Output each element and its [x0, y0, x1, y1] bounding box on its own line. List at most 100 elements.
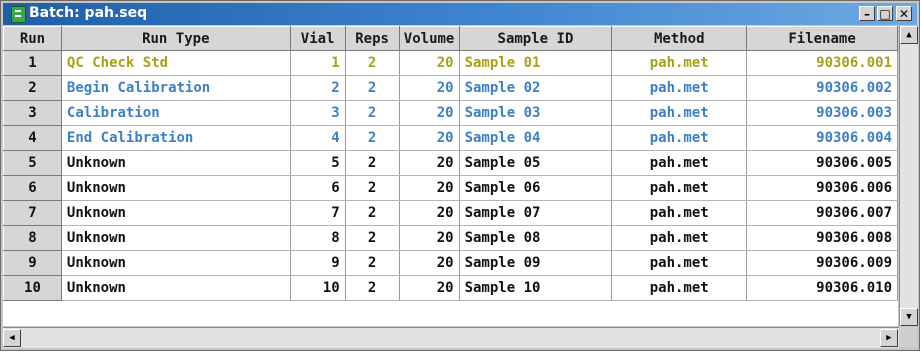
cell-run-type[interactable]: Unknown: [61, 150, 291, 176]
cell-reps[interactable]: 2: [345, 225, 400, 251]
cell-volume[interactable]: 20: [399, 125, 460, 151]
cell-vial[interactable]: 4: [290, 125, 346, 151]
table-row[interactable]: 6 Unknown 6 2 20 Sample 06 pah.met 90306.006: [3, 175, 898, 201]
row-number-cell[interactable]: 3: [3, 100, 62, 126]
cell-vial[interactable]: 2: [290, 75, 346, 101]
minimize-button[interactable]: –: [859, 6, 875, 21]
cell-reps[interactable]: 2: [345, 100, 400, 126]
row-number-cell[interactable]: 5: [3, 150, 62, 176]
scroll-up-button[interactable]: ▲: [900, 26, 918, 44]
cell-volume[interactable]: 20: [399, 75, 460, 101]
column-header-method[interactable]: Method: [611, 26, 748, 51]
cell-method[interactable]: pah.met: [611, 200, 748, 226]
cell-sample-id[interactable]: Sample 09: [459, 250, 613, 276]
cell-vial[interactable]: 8: [290, 225, 346, 251]
cell-filename[interactable]: 90306.004: [746, 125, 898, 151]
cell-vial[interactable]: 1: [290, 50, 346, 76]
cell-reps[interactable]: 2: [345, 200, 400, 226]
cell-volume[interactable]: 20: [399, 225, 460, 251]
cell-sample-id[interactable]: Sample 01: [459, 50, 613, 76]
vertical-scrollbar[interactable]: ▲ ▼: [899, 26, 918, 326]
row-number-cell[interactable]: 4: [3, 125, 62, 151]
cell-vial[interactable]: 9: [290, 250, 346, 276]
scroll-down-button[interactable]: ▼: [900, 308, 918, 326]
cell-sample-id[interactable]: Sample 07: [459, 200, 613, 226]
cell-volume[interactable]: 20: [399, 275, 460, 301]
cell-method[interactable]: pah.met: [611, 100, 748, 126]
cell-method[interactable]: pah.met: [611, 175, 748, 201]
cell-vial[interactable]: 7: [290, 200, 346, 226]
cell-run-type[interactable]: Unknown: [61, 225, 291, 251]
horizontal-scrollbar[interactable]: ◀ ▶: [3, 327, 899, 348]
table-row[interactable]: 5 Unknown 5 2 20 Sample 05 pah.met 90306.005: [3, 150, 898, 176]
cell-method[interactable]: pah.met: [611, 150, 748, 176]
cell-run-type[interactable]: Unknown: [61, 250, 291, 276]
cell-method[interactable]: pah.met: [611, 275, 748, 301]
column-header-volume[interactable]: Volume: [398, 26, 460, 51]
table-row[interactable]: 7 Unknown 7 2 20 Sample 07 pah.met 90306.007: [3, 200, 898, 226]
cell-sample-id[interactable]: Sample 03: [459, 100, 613, 126]
column-header-filename[interactable]: Filename: [746, 26, 898, 51]
row-number-cell[interactable]: 7: [3, 200, 62, 226]
row-number-cell[interactable]: 1: [3, 50, 62, 76]
cell-filename[interactable]: 90306.009: [746, 250, 898, 276]
cell-sample-id[interactable]: Sample 05: [459, 150, 613, 176]
cell-filename[interactable]: 90306.001: [746, 50, 898, 76]
cell-filename[interactable]: 90306.006: [746, 175, 898, 201]
table-row[interactable]: 9 Unknown 9 2 20 Sample 09 pah.met 90306.009: [3, 250, 898, 276]
title-bar[interactable]: Batch: pah.seq – □ ✕: [3, 3, 917, 25]
cell-method[interactable]: pah.met: [611, 250, 748, 276]
column-header-reps[interactable]: Reps: [344, 26, 400, 51]
cell-vial[interactable]: 3: [290, 100, 346, 126]
column-header-vial[interactable]: Vial: [289, 26, 346, 51]
cell-filename[interactable]: 90306.005: [746, 150, 898, 176]
cell-method[interactable]: pah.met: [611, 75, 748, 101]
maximize-button[interactable]: □: [877, 6, 893, 21]
scroll-right-button[interactable]: ▶: [880, 329, 898, 347]
cell-reps[interactable]: 2: [345, 150, 400, 176]
cell-filename[interactable]: 90306.008: [746, 225, 898, 251]
cell-volume[interactable]: 20: [399, 50, 460, 76]
cell-sample-id[interactable]: Sample 04: [459, 125, 613, 151]
cell-volume[interactable]: 20: [399, 200, 460, 226]
cell-sample-id[interactable]: Sample 08: [459, 225, 613, 251]
cell-run-type[interactable]: Unknown: [61, 200, 291, 226]
cell-method[interactable]: pah.met: [611, 225, 748, 251]
cell-reps[interactable]: 2: [345, 125, 400, 151]
cell-sample-id[interactable]: Sample 10: [459, 275, 613, 301]
cell-reps[interactable]: 2: [345, 250, 400, 276]
cell-volume[interactable]: 20: [399, 175, 460, 201]
cell-run-type[interactable]: Calibration: [61, 100, 291, 126]
cell-reps[interactable]: 2: [345, 50, 400, 76]
cell-filename[interactable]: 90306.002: [746, 75, 898, 101]
cell-volume[interactable]: 20: [399, 150, 460, 176]
scroll-left-button[interactable]: ◀: [3, 329, 21, 347]
cell-method[interactable]: pah.met: [611, 125, 748, 151]
cell-sample-id[interactable]: Sample 06: [459, 175, 613, 201]
column-header-sample-id[interactable]: Sample ID: [458, 26, 613, 51]
table-row[interactable]: 3 Calibration 3 2 20 Sample 03 pah.met 90306.00…: [3, 100, 898, 126]
row-number-cell[interactable]: 6: [3, 175, 62, 201]
cell-filename[interactable]: 90306.007: [746, 200, 898, 226]
row-number-cell[interactable]: 10: [3, 275, 62, 301]
column-header-run-type[interactable]: Run Type: [60, 26, 291, 51]
cell-run-type[interactable]: Begin Calibration: [61, 75, 291, 101]
cell-reps[interactable]: 2: [345, 175, 400, 201]
cell-method[interactable]: pah.met: [611, 50, 748, 76]
table-row[interactable]: 10 Unknown 10 2 20 Sample 10 pah.met 90306.010: [3, 275, 898, 301]
column-header-run[interactable]: Run: [3, 26, 62, 51]
row-number-cell[interactable]: 8: [3, 225, 62, 251]
cell-vial[interactable]: 6: [290, 175, 346, 201]
cell-run-type[interactable]: QC Check Std: [61, 50, 291, 76]
cell-volume[interactable]: 20: [399, 100, 460, 126]
cell-reps[interactable]: 2: [345, 75, 400, 101]
cell-reps[interactable]: 2: [345, 275, 400, 301]
row-number-cell[interactable]: 2: [3, 75, 62, 101]
cell-sample-id[interactable]: Sample 02: [459, 75, 613, 101]
cell-run-type[interactable]: Unknown: [61, 175, 291, 201]
table-row[interactable]: 8 Unknown 8 2 20 Sample 08 pah.met 90306.008: [3, 225, 898, 251]
close-button[interactable]: ✕: [896, 6, 912, 21]
cell-volume[interactable]: 20: [399, 250, 460, 276]
row-number-cell[interactable]: 9: [3, 250, 62, 276]
cell-filename[interactable]: 90306.010: [746, 275, 898, 301]
